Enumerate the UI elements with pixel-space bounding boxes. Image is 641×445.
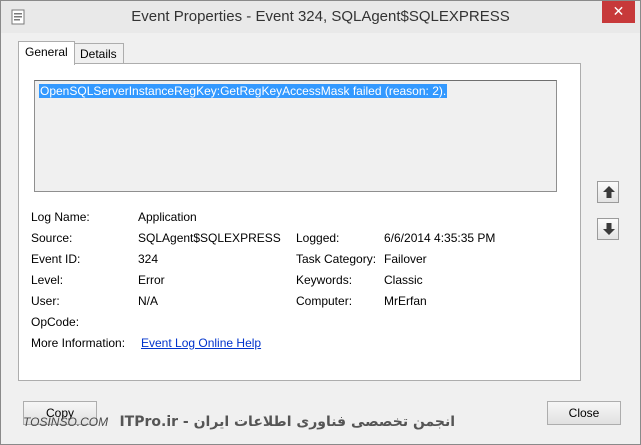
- general-panel: OpenSQLServerInstanceRegKey:GetRegKeyAcc…: [18, 63, 581, 381]
- event-id-label: Event ID:: [31, 252, 81, 266]
- event-log-online-help-link[interactable]: Event Log Online Help: [141, 336, 261, 350]
- user-value: N/A: [138, 294, 159, 308]
- source-value: SQLAgent$SQLEXPRESS: [138, 231, 281, 245]
- source-label: Source:: [31, 231, 73, 245]
- close-button[interactable]: Close: [547, 401, 621, 425]
- close-icon: ✕: [612, 4, 625, 20]
- arrow-down-icon: [603, 223, 615, 235]
- title-bar[interactable]: Event Properties - Event 324, SQLAgent$S…: [1, 1, 640, 33]
- logged-value: 6/6/2014 4:35:35 PM: [384, 231, 496, 245]
- arrow-up-icon: [603, 186, 615, 198]
- level-label: Level:: [31, 273, 64, 287]
- window-close-button[interactable]: ✕: [602, 1, 635, 23]
- logged-label: Logged:: [296, 231, 340, 245]
- level-value: Error: [138, 273, 165, 287]
- log-name-value: Application: [138, 210, 197, 224]
- watermark-site: TOSINSO.COM: [23, 415, 109, 429]
- user-label: User:: [31, 294, 60, 308]
- watermark-persian-text: انجمن تخصصی فناوری اطلاعات ایران - ITPro…: [119, 414, 456, 430]
- keywords-label: Keywords:: [296, 273, 353, 287]
- computer-label: Computer:: [296, 294, 353, 308]
- computer-value: MrErfan: [384, 294, 427, 308]
- event-id-value: 324: [138, 252, 159, 266]
- tab-general[interactable]: General: [18, 41, 75, 65]
- previous-event-button[interactable]: [597, 181, 619, 203]
- description-box[interactable]: OpenSQLServerInstanceRegKey:GetRegKeyAcc…: [34, 80, 557, 192]
- window-title: Event Properties - Event 324, SQLAgent$S…: [131, 8, 510, 25]
- log-name-label: Log Name:: [31, 210, 90, 224]
- more-information-label: More Information:: [31, 336, 126, 350]
- watermark: TOSINSO.COM انجمن تخصصی فناوری اطلاعات ا…: [23, 414, 455, 430]
- opcode-label: OpCode:: [31, 315, 80, 329]
- task-category-label: Task Category:: [296, 252, 377, 266]
- description-text[interactable]: OpenSQLServerInstanceRegKey:GetRegKeyAcc…: [39, 84, 448, 98]
- next-event-button[interactable]: [597, 218, 619, 240]
- tab-details[interactable]: Details: [73, 43, 124, 64]
- event-properties-window: Event Properties - Event 324, SQLAgent$S…: [0, 0, 641, 445]
- keywords-value: Classic: [384, 273, 423, 287]
- task-category-value: Failover: [384, 252, 427, 266]
